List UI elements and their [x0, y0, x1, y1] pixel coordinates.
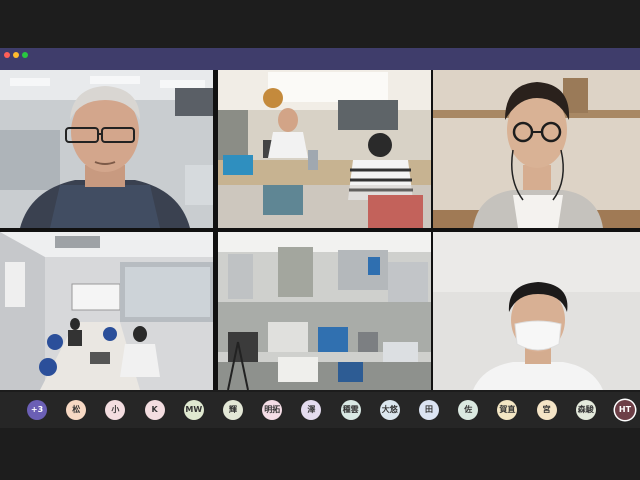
participant-avatar[interactable]: 大悠: [379, 400, 400, 420]
video-tile-man-with-mask[interactable]: [433, 232, 640, 390]
video-feed-image: [218, 70, 431, 228]
video-grid: [0, 70, 640, 390]
participant-avatar[interactable]: HT: [615, 400, 635, 420]
participant-avatar[interactable]: K: [144, 400, 165, 420]
video-feed-image: [0, 70, 213, 228]
participant-avatar[interactable]: 輝: [223, 400, 243, 420]
participant-avatar[interactable]: 森駿: [575, 400, 596, 420]
minimize-window-button[interactable]: [13, 52, 19, 58]
participant-avatar[interactable]: MW: [183, 400, 204, 420]
close-window-button[interactable]: [4, 52, 10, 58]
window-title-bar: [0, 48, 640, 70]
top-black-bar: [0, 0, 640, 48]
bottom-black-bar: [0, 428, 640, 480]
video-tile-man-with-glasses[interactable]: [433, 70, 640, 228]
video-tile-open-office-desk[interactable]: [218, 70, 431, 228]
video-feed-image: [433, 70, 640, 228]
maximize-window-button[interactable]: [22, 52, 28, 58]
video-tile-older-man-office[interactable]: [0, 70, 213, 228]
video-feed-image: [433, 232, 640, 390]
participant-avatar[interactable]: 宮: [536, 400, 557, 420]
video-tile-cluttered-lab[interactable]: [218, 232, 431, 390]
more-participants-avatar[interactable]: +3: [27, 400, 47, 420]
participant-avatar[interactable]: 田: [419, 400, 439, 420]
video-feed-image: [0, 232, 213, 390]
video-tile-meeting-room[interactable]: [0, 232, 213, 390]
video-feed-image: [218, 232, 431, 390]
participant-avatar[interactable]: 種雲: [340, 400, 361, 420]
